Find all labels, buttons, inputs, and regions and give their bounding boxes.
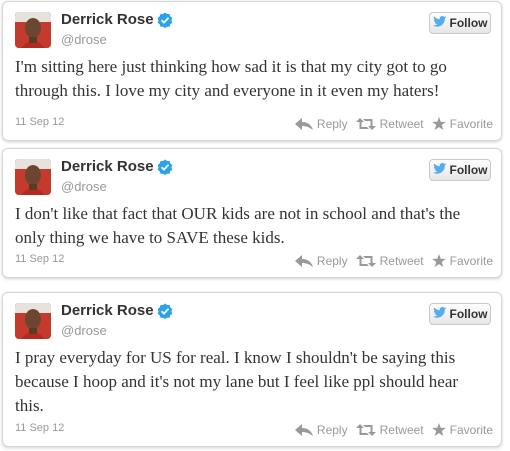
favorite-button[interactable]: Favorite: [431, 423, 493, 437]
tweet-text: I'm sitting here just thinking how sad i…: [15, 57, 447, 100]
star-icon: [431, 423, 446, 436]
tweet-text: I pray everyday for US for real. I know …: [15, 348, 459, 415]
user-handle[interactable]: @drose: [61, 32, 107, 47]
retweet-label: Retweet: [379, 423, 424, 437]
verified-badge-icon: [157, 12, 173, 28]
favorite-button[interactable]: Favorite: [431, 117, 493, 131]
twitter-bird-icon: [432, 306, 447, 322]
retweet-icon: [355, 424, 376, 436]
favorite-button[interactable]: Favorite: [431, 254, 493, 268]
retweet-button[interactable]: Retweet: [355, 254, 424, 268]
follow-label: Follow: [449, 16, 488, 30]
tweet-card: Derrick Rose @drose Follow I don't like …: [2, 148, 502, 278]
reply-label: Reply: [316, 117, 348, 131]
favorite-label: Favorite: [449, 423, 493, 437]
user-name[interactable]: Derrick Rose: [61, 302, 154, 319]
tweet-actions: Reply Retweet Favorite: [294, 423, 493, 437]
tweet-text: I don't like that fact that OUR kids are…: [15, 204, 461, 247]
favorite-label: Favorite: [449, 117, 493, 131]
follow-label: Follow: [449, 307, 488, 321]
follow-button[interactable]: Follow: [429, 303, 491, 325]
reply-arrow-icon: [294, 424, 313, 436]
tweet-card: Derrick Rose @drose Follow I pray everyd…: [2, 292, 502, 447]
avatar[interactable]: [15, 12, 51, 48]
reply-label: Reply: [316, 423, 348, 437]
retweet-label: Retweet: [379, 117, 424, 131]
reply-arrow-icon: [294, 255, 313, 267]
reply-button[interactable]: Reply: [294, 117, 348, 131]
tweet-date[interactable]: 11 Sep 12: [15, 253, 64, 265]
retweet-button[interactable]: Retweet: [355, 117, 424, 131]
retweet-icon: [355, 118, 376, 130]
twitter-bird-icon: [432, 162, 447, 178]
user-handle[interactable]: @drose: [61, 323, 107, 338]
user-name[interactable]: Derrick Rose: [61, 11, 154, 28]
avatar[interactable]: [15, 159, 51, 195]
star-icon: [431, 117, 446, 130]
tweet-actions: Reply Retweet Favorite: [294, 254, 493, 268]
verified-badge-icon: [157, 303, 173, 319]
retweet-label: Retweet: [379, 254, 424, 268]
user-handle[interactable]: @drose: [61, 179, 107, 194]
twitter-bird-icon: [432, 15, 447, 31]
tweet-card: Derrick Rose @drose Follow I'm sitting h…: [2, 1, 502, 141]
tweet-actions: Reply Retweet Favorite: [294, 117, 493, 131]
follow-button[interactable]: Follow: [429, 159, 491, 181]
avatar[interactable]: [15, 303, 51, 339]
reply-arrow-icon: [294, 118, 313, 130]
retweet-button[interactable]: Retweet: [355, 423, 424, 437]
tweet-date[interactable]: 11 Sep 12: [15, 116, 64, 128]
favorite-label: Favorite: [449, 254, 493, 268]
star-icon: [431, 254, 446, 267]
follow-label: Follow: [449, 163, 488, 177]
tweet-date[interactable]: 11 Sep 12: [15, 422, 64, 434]
reply-button[interactable]: Reply: [294, 423, 348, 437]
follow-button[interactable]: Follow: [429, 12, 491, 34]
user-name[interactable]: Derrick Rose: [61, 158, 154, 175]
retweet-icon: [355, 255, 376, 267]
verified-badge-icon: [157, 159, 173, 175]
reply-button[interactable]: Reply: [294, 254, 348, 268]
reply-label: Reply: [316, 254, 348, 268]
